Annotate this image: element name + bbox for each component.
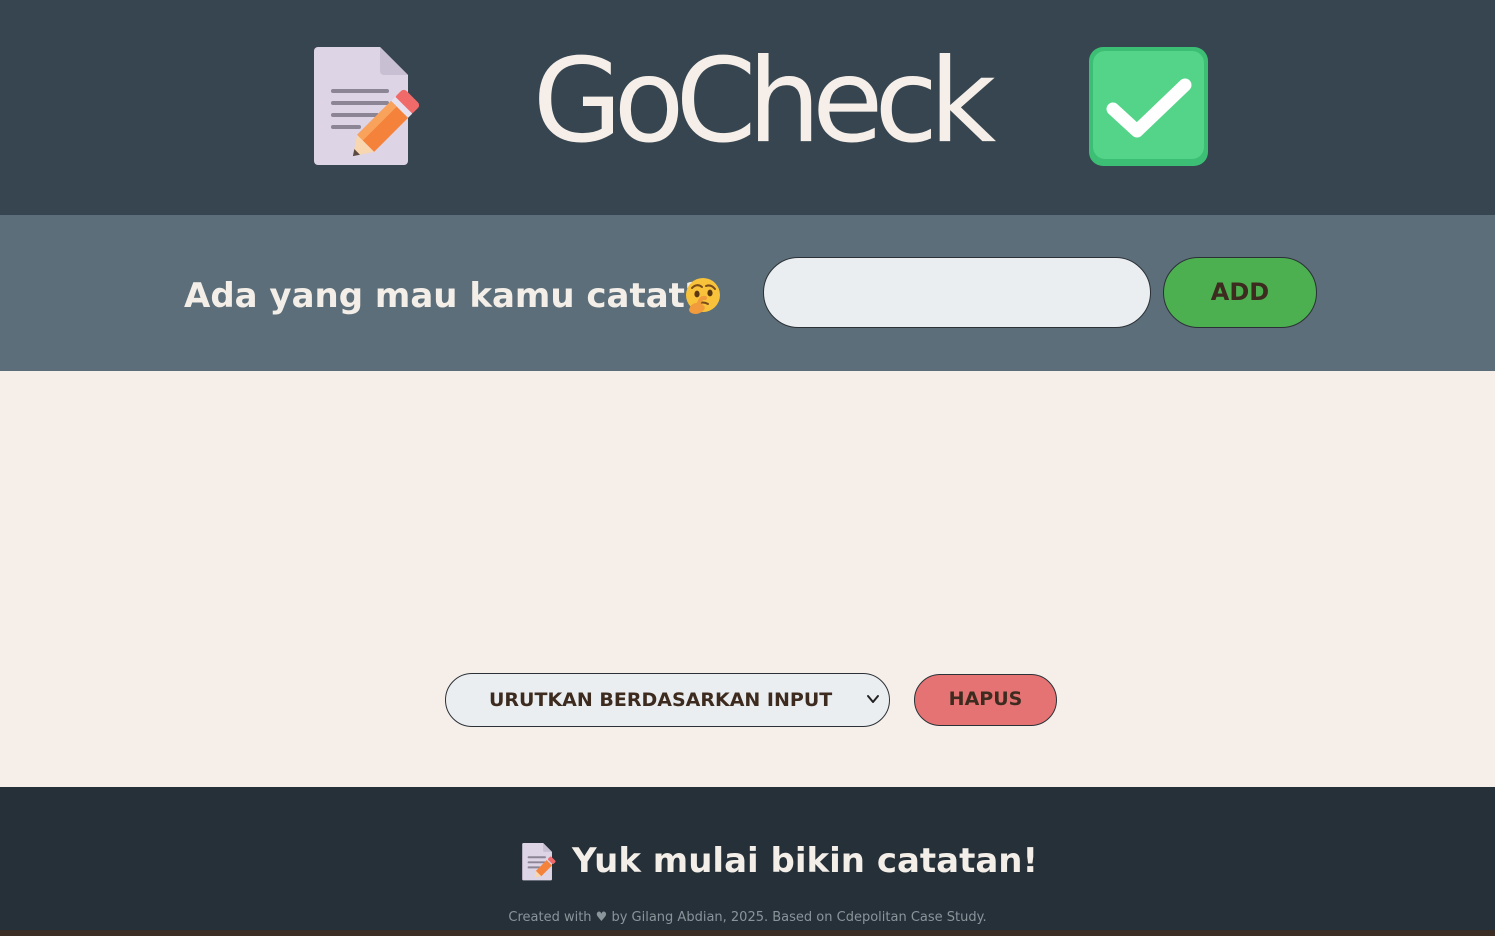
check-mark-button-icon [1089,47,1208,166]
note-input[interactable] [763,257,1151,328]
memo-icon [314,47,420,165]
delete-button[interactable]: HAPUS [914,674,1057,726]
memo-icon [522,843,556,881]
app-title: GoCheck [532,34,997,169]
sort-select[interactable]: URUTKAN BERDASARKAN INPUT [445,673,890,727]
footer-credit: Created with ♥ by Gilang Abdian, 2025. B… [508,910,987,925]
input-prompt: Ada yang mau kamu catat? [184,276,705,316]
footer-message: Yuk mulai bikin catatan! [572,841,1039,881]
thinking-face-icon [686,278,720,314]
add-button[interactable]: ADD [1163,257,1317,328]
sort-select-value: URUTKAN BERDASARKAN INPUT [489,689,833,711]
chevron-down-icon [867,695,879,703]
bottom-strip [0,930,1495,936]
